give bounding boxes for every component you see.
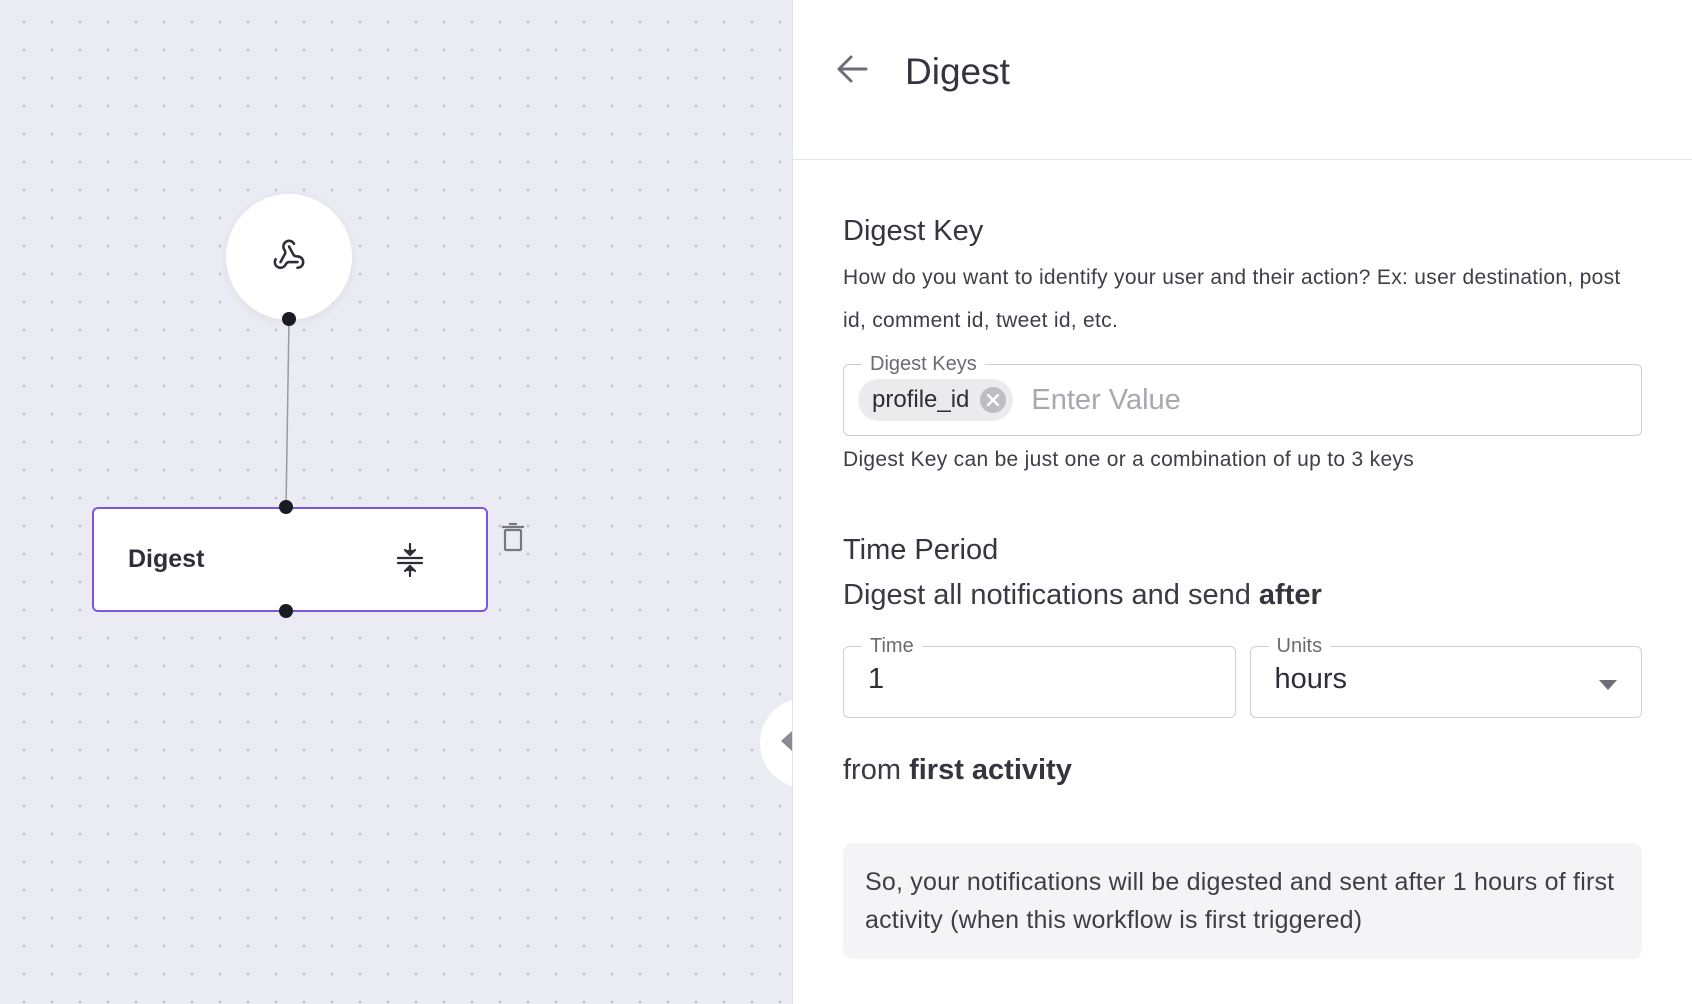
webhook-node-source-handle[interactable] xyxy=(282,312,296,326)
workflow-canvas[interactable]: Digest xyxy=(0,0,792,1004)
digest-summary: So, your notifications will be digested … xyxy=(843,843,1642,959)
back-button[interactable] xyxy=(827,47,877,97)
chevron-down-icon xyxy=(1599,677,1617,695)
intro-bold: after xyxy=(1258,579,1322,611)
webhook-icon xyxy=(271,238,307,277)
digest-key-input[interactable] xyxy=(1031,383,1532,417)
time-field[interactable]: Time xyxy=(843,635,1236,718)
webhook-trigger-node[interactable] xyxy=(226,194,352,320)
digest-key-description: How do you want to identify your user an… xyxy=(843,266,1621,332)
from-activity-line: from first activity xyxy=(843,754,1642,787)
time-label: Time xyxy=(862,635,922,658)
digest-key-title: Digest Key xyxy=(843,215,984,247)
compress-icon xyxy=(396,542,424,583)
digest-keys-label: Digest Keys xyxy=(862,353,985,376)
page-title: Digest xyxy=(905,50,1010,92)
time-period-intro: Digest all notifications and send after xyxy=(843,579,1642,612)
digest-node-source-handle[interactable] xyxy=(279,604,293,618)
from-prefix: from xyxy=(843,754,910,786)
close-icon[interactable] xyxy=(979,386,1007,414)
arrow-left-icon xyxy=(836,55,868,88)
units-select[interactable]: Units hours xyxy=(1249,635,1642,718)
time-input[interactable] xyxy=(868,663,1208,696)
digest-keys-field[interactable]: Digest Keys profile_id xyxy=(843,353,1642,436)
digest-node-target-handle[interactable] xyxy=(279,500,293,514)
digest-settings-panel: Digest Digest Key How do you want to ide… xyxy=(792,0,1692,1004)
digest-key-helper: Digest Key can be just one or a combinat… xyxy=(843,448,1415,471)
workflow-edge xyxy=(285,318,290,509)
units-value: hours xyxy=(1274,663,1348,695)
time-period-title: Time Period xyxy=(843,534,999,566)
chip-label: profile_id xyxy=(872,386,970,413)
from-bold: first activity xyxy=(909,754,1072,786)
panel-header: Digest xyxy=(793,0,1692,160)
digest-node-label: Digest xyxy=(128,545,205,573)
digest-node[interactable]: Digest xyxy=(92,507,488,612)
intro-prefix: Digest all notifications and send xyxy=(843,579,1259,611)
trash-icon[interactable] xyxy=(500,522,526,557)
units-label: Units xyxy=(1268,635,1331,658)
digest-key-chip: profile_id xyxy=(858,379,1014,421)
time-period-fields: Time Units hours xyxy=(843,635,1642,718)
